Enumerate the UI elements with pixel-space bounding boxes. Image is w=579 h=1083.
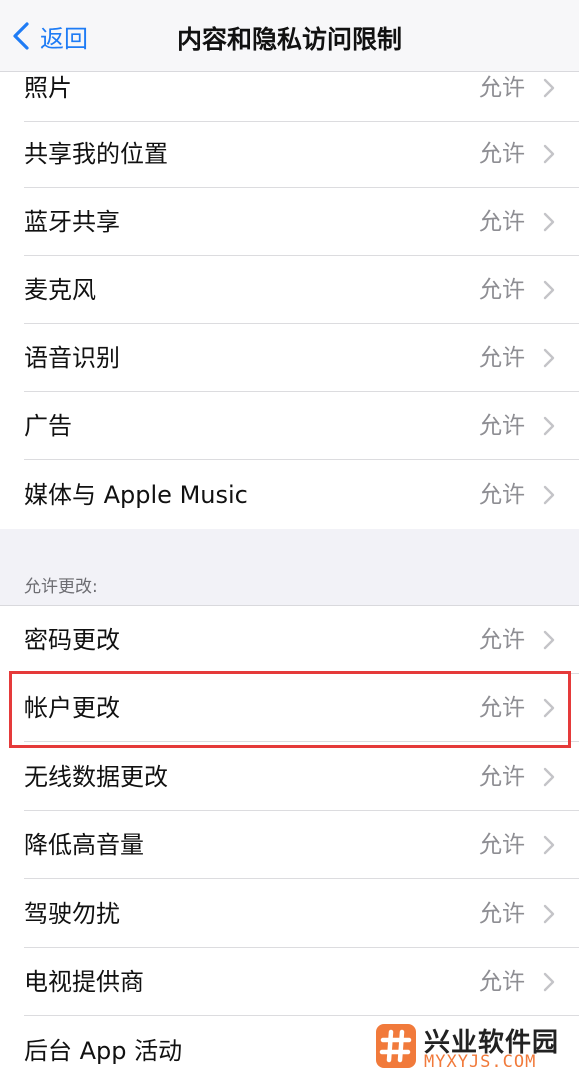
hash-logo-icon (376, 1024, 416, 1068)
row-value: 允许 (479, 209, 525, 235)
row-label: 电视提供商 (24, 968, 144, 996)
row-label: 驾驶勿扰 (24, 900, 120, 928)
row-label: 后台 App 活动 (24, 1037, 183, 1065)
row-value: 允许 (479, 832, 525, 858)
row-label: 降低高音量 (24, 831, 144, 859)
divider (24, 459, 579, 460)
row-value: 允许 (479, 345, 525, 371)
row-value: 允许 (479, 969, 525, 995)
row-value: 允许 (479, 901, 525, 927)
row-label: 共享我的位置 (24, 140, 168, 168)
chevron-right-icon (543, 485, 555, 505)
row-label: 媒体与 Apple Music (24, 481, 248, 509)
row-microphone[interactable]: 麦克风 允许 (0, 256, 579, 324)
watermark: 兴业软件园 MYXYJS.COM (360, 1018, 579, 1078)
row-value: 允许 (479, 482, 525, 508)
row-label: 帐户更改 (24, 694, 120, 722)
row-value: 允许 (479, 413, 525, 439)
row-value: 允许 (479, 764, 525, 790)
section-header-allow-changes: 允许更改: (24, 577, 98, 597)
chevron-right-icon (543, 972, 555, 992)
row-value: 允许 (479, 695, 525, 721)
row-bluetooth-sharing[interactable]: 蓝牙共享 允许 (0, 188, 579, 256)
row-media-apple-music[interactable]: 媒体与 Apple Music 允许 (0, 461, 579, 529)
row-label: 广告 (24, 412, 72, 440)
chevron-right-icon (543, 78, 555, 98)
divider (24, 741, 579, 742)
chevron-right-icon (543, 280, 555, 300)
chevron-right-icon (543, 630, 555, 650)
row-reduce-loud-audio[interactable]: 降低高音量 允许 (0, 811, 579, 879)
divider (24, 1015, 579, 1016)
settings-group-allow-changes: 密码更改 允许 帐户更改 允许 无线数据更改 允许 降低高音量 允许 驾驶勿扰 … (0, 605, 579, 1083)
chevron-right-icon (543, 348, 555, 368)
row-label: 麦克风 (24, 276, 96, 304)
row-label: 密码更改 (24, 626, 120, 654)
row-label: 语音识别 (24, 344, 120, 372)
row-label: 蓝牙共享 (24, 208, 120, 236)
chevron-right-icon (543, 904, 555, 924)
row-label: 无线数据更改 (24, 763, 168, 791)
row-cellular-data-changes[interactable]: 无线数据更改 允许 (0, 743, 579, 811)
page-title: 内容和隐私访问限制 (176, 25, 402, 54)
chevron-right-icon (543, 144, 555, 164)
row-driving-focus[interactable]: 驾驶勿扰 允许 (0, 880, 579, 948)
row-speech-recognition[interactable]: 语音识别 允许 (0, 324, 579, 392)
row-tv-provider[interactable]: 电视提供商 允许 (0, 948, 579, 1016)
chevron-right-icon (543, 698, 555, 718)
row-account-changes[interactable]: 帐户更改 允许 (0, 674, 579, 742)
row-value: 允许 (479, 627, 525, 653)
navigation-bar: 返回 内容和隐私访问限制 (0, 0, 579, 72)
chevron-right-icon (543, 416, 555, 436)
chevron-right-icon (543, 767, 555, 787)
watermark-domain: MYXYJS.COM (424, 1052, 537, 1072)
row-passcode-changes[interactable]: 密码更改 允许 (0, 606, 579, 674)
settings-group-top: 照片 允许 共享我的位置 允许 蓝牙共享 允许 麦克风 允许 语音识别 允许 广… (0, 72, 579, 529)
row-share-location[interactable]: 共享我的位置 允许 (0, 120, 579, 188)
row-value: 允许 (479, 141, 525, 167)
chevron-right-icon (543, 212, 555, 232)
row-advertising[interactable]: 广告 允许 (0, 392, 579, 460)
divider (24, 878, 579, 879)
row-value: 允许 (479, 277, 525, 303)
chevron-right-icon (543, 835, 555, 855)
